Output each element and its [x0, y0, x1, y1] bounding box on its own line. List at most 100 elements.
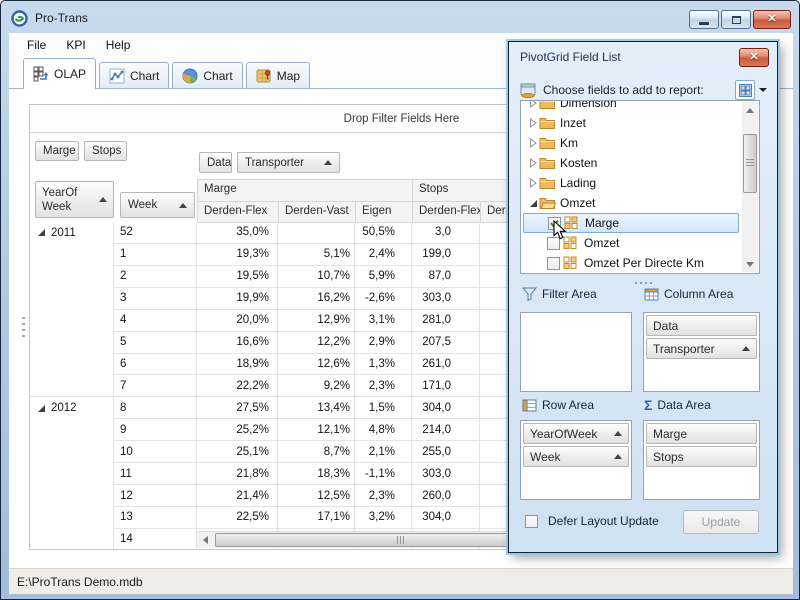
week-cell[interactable]: 14: [114, 529, 197, 550]
col-header[interactable]: Derden-Flex: [198, 202, 279, 223]
field-checkbox[interactable]: [547, 257, 560, 270]
value-cell[interactable]: 260,0: [412, 485, 480, 507]
value-cell[interactable]: 25,1%: [197, 441, 278, 463]
value-cell[interactable]: 18,9%: [197, 354, 278, 376]
expand-arrow-icon[interactable]: [527, 118, 539, 128]
maximize-button[interactable]: [721, 10, 751, 29]
dropdown-caret-icon[interactable]: [759, 88, 767, 92]
area-field-transporter[interactable]: Transporter: [646, 338, 757, 359]
value-cell[interactable]: 261,0: [412, 354, 480, 376]
expanded-group-icon[interactable]: [38, 229, 45, 236]
tree-item-kosten[interactable]: Kosten: [523, 153, 741, 173]
update-button[interactable]: Update: [683, 510, 759, 534]
expand-arrow-icon[interactable]: [527, 100, 539, 108]
week-cell[interactable]: 52: [114, 222, 197, 244]
scroll-down-button[interactable]: [742, 256, 758, 272]
expand-arrow-icon[interactable]: [527, 138, 539, 148]
scroll-up-button[interactable]: [742, 102, 758, 118]
value-cell[interactable]: 3,0: [412, 222, 480, 244]
value-cell[interactable]: 12,1%: [278, 419, 355, 441]
value-cell[interactable]: 25,2%: [197, 419, 278, 441]
year-group-cell[interactable]: 2011: [30, 222, 114, 244]
value-cell[interactable]: 19,9%: [197, 288, 278, 310]
year-group-cell[interactable]: [30, 419, 114, 441]
week-cell[interactable]: 12: [114, 485, 197, 507]
value-cell[interactable]: 2,3%: [355, 485, 412, 507]
week-cell[interactable]: 1: [114, 244, 197, 266]
title-bar[interactable]: Pro-Trans ✕: [3, 3, 799, 33]
tab-olap[interactable]: OLAP: [23, 58, 96, 89]
row-area-box[interactable]: YearOfWeekWeek: [520, 420, 632, 500]
week-cell[interactable]: 3: [114, 288, 197, 310]
area-field-yearofweek[interactable]: YearOfWeek: [523, 423, 629, 444]
value-cell[interactable]: 2,4%: [355, 244, 412, 266]
value-cell[interactable]: 281,0: [412, 310, 480, 332]
row-field-week[interactable]: Week: [120, 192, 195, 218]
year-group-cell[interactable]: [30, 485, 114, 507]
value-cell[interactable]: 21,4%: [197, 485, 278, 507]
week-cell[interactable]: 11: [114, 463, 197, 485]
area-field-week[interactable]: Week: [523, 446, 629, 467]
scroll-left-button[interactable]: [197, 532, 214, 548]
year-group-cell[interactable]: [30, 332, 114, 354]
year-group-cell[interactable]: [30, 507, 114, 529]
value-cell[interactable]: 5,1%: [278, 244, 355, 266]
tree-item-km[interactable]: Km: [523, 133, 741, 153]
col-header[interactable]: Eigen: [356, 202, 413, 223]
area-field-stops[interactable]: Stops: [646, 446, 757, 467]
week-cell[interactable]: 8: [114, 397, 197, 419]
year-group-cell[interactable]: [30, 463, 114, 485]
year-group-cell[interactable]: 2012: [30, 397, 114, 419]
tab-chart-pie[interactable]: Chart: [172, 62, 242, 88]
splitter-grip[interactable]: [22, 317, 25, 341]
tree-item-omzet[interactable]: Omzet: [523, 193, 741, 213]
week-cell[interactable]: 6: [114, 354, 197, 376]
value-cell[interactable]: 304,0: [412, 397, 480, 419]
tree-item-omzet-per-directe-km[interactable]: Omzet Per Directe Km: [523, 253, 741, 273]
year-group-cell[interactable]: [30, 375, 114, 397]
year-group-cell[interactable]: [30, 244, 114, 266]
week-cell[interactable]: 9: [114, 419, 197, 441]
menu-file[interactable]: File: [17, 35, 56, 55]
value-cell[interactable]: 1,5%: [355, 397, 412, 419]
tree-item-dimension[interactable]: Dimension: [523, 100, 741, 113]
data-area-box[interactable]: MargeStops: [643, 420, 760, 500]
value-cell[interactable]: 255,0: [412, 441, 480, 463]
value-cell[interactable]: 5,9%: [355, 266, 412, 288]
value-cell[interactable]: 17,1%: [278, 507, 355, 529]
tree-item-inzet[interactable]: Inzet: [523, 113, 741, 133]
value-cell[interactable]: 22,5%: [197, 507, 278, 529]
field-list-close-button[interactable]: ✕: [739, 48, 769, 67]
field-list-titlebar[interactable]: PivotGrid Field List: [509, 42, 777, 72]
filter-area-box[interactable]: [520, 312, 632, 392]
value-cell[interactable]: 207,5: [412, 332, 480, 354]
row-field-yearofweek[interactable]: YearOfWeek: [35, 181, 114, 218]
week-cell[interactable]: 2: [114, 266, 197, 288]
week-cell[interactable]: 5: [114, 332, 197, 354]
value-cell[interactable]: 18,3%: [278, 463, 355, 485]
data-field-marge[interactable]: Marge: [35, 141, 79, 161]
value-cell[interactable]: -2,6%: [355, 288, 412, 310]
expanded-group-icon[interactable]: [38, 405, 45, 412]
value-cell[interactable]: 2,1%: [355, 441, 412, 463]
value-cell[interactable]: 87,0: [412, 266, 480, 288]
col-header[interactable]: Derden-Flex: [413, 202, 481, 223]
value-cell[interactable]: 2,3%: [355, 375, 412, 397]
value-cell[interactable]: [278, 222, 355, 244]
minimize-button[interactable]: [689, 10, 719, 29]
tree-item-lading[interactable]: Lading: [523, 173, 741, 193]
value-cell[interactable]: 35,0%: [197, 222, 278, 244]
value-cell[interactable]: 21,8%: [197, 463, 278, 485]
value-cell[interactable]: 20,0%: [197, 310, 278, 332]
scrollbar-thumb[interactable]: [743, 134, 757, 193]
expand-arrow-icon[interactable]: [527, 158, 539, 168]
week-cell[interactable]: 7: [114, 375, 197, 397]
value-cell[interactable]: 1,3%: [355, 354, 412, 376]
value-cell[interactable]: 2,9%: [355, 332, 412, 354]
collapse-arrow-icon[interactable]: [527, 200, 539, 207]
value-cell[interactable]: 304,0: [412, 507, 480, 529]
col-header[interactable]: Derden-Vast: [279, 202, 356, 223]
value-cell[interactable]: 12,5%: [278, 485, 355, 507]
menu-help[interactable]: Help: [96, 35, 141, 55]
value-cell[interactable]: 214,0: [412, 419, 480, 441]
